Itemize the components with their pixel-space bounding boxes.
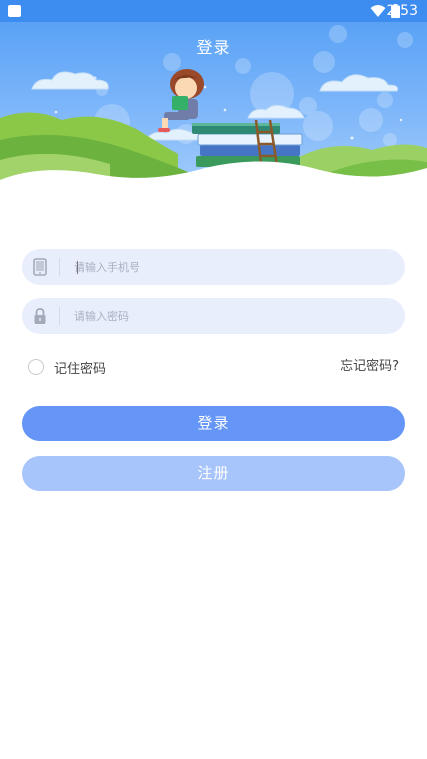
phone-field[interactable] bbox=[22, 249, 405, 285]
field-divider bbox=[59, 258, 60, 276]
notification-icon bbox=[8, 5, 21, 17]
lock-icon bbox=[34, 308, 46, 324]
text-cursor bbox=[77, 261, 78, 274]
password-input[interactable] bbox=[74, 298, 389, 334]
remember-checkbox[interactable] bbox=[28, 359, 44, 375]
status-bar: 2:53 bbox=[0, 0, 427, 22]
phone-icon bbox=[33, 258, 47, 276]
status-time: 2:53 bbox=[386, 3, 418, 19]
forgot-password-link[interactable]: 忘记密码? bbox=[340, 357, 399, 377]
register-button[interactable]: 注册 bbox=[22, 456, 405, 491]
remember-password-toggle[interactable]: 记住密码 bbox=[28, 357, 106, 377]
field-divider bbox=[59, 307, 60, 325]
remember-label: 记住密码 bbox=[54, 361, 107, 377]
phone-input[interactable] bbox=[74, 249, 389, 285]
page-title: 登录 bbox=[196, 38, 231, 57]
password-field[interactable] bbox=[22, 298, 405, 334]
header-banner: 登录 bbox=[0, 22, 427, 202]
login-button[interactable]: 登录 bbox=[22, 406, 405, 441]
wifi-icon bbox=[370, 5, 386, 17]
